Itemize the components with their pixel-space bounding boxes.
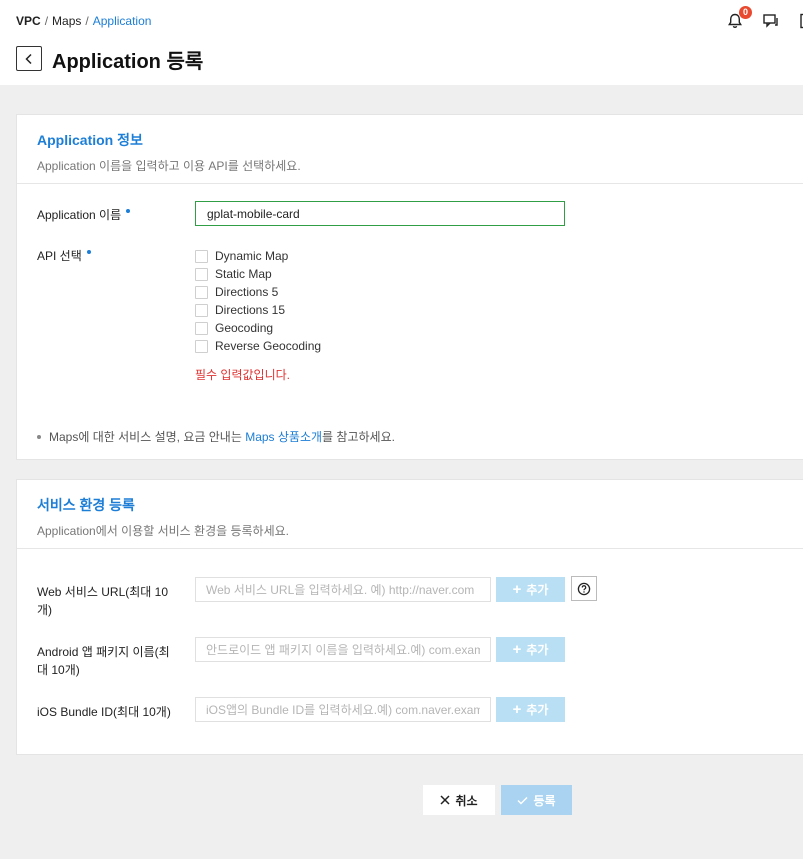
android-package-input[interactable]	[195, 637, 491, 662]
api-required-error: 필수 입력값입니다.	[195, 368, 290, 382]
api-checkbox-list: Dynamic Map Static Map Directions 5 Dire…	[195, 247, 321, 355]
service-environment-title: 서비스 환경 등록	[37, 497, 135, 513]
application-info-description: Application 이름을 입력하고 이용 API를 선택하세요.	[37, 159, 301, 173]
android-package-label: Android 앱 패키지 이름(최대 10개)	[37, 645, 170, 677]
header-icons: 0	[726, 6, 803, 30]
document-icon[interactable]	[798, 12, 803, 30]
api-select-label: API 선택	[37, 247, 91, 265]
application-info-title: Application 정보	[37, 132, 143, 148]
help-button[interactable]	[571, 576, 597, 601]
checkbox[interactable]	[195, 249, 208, 263]
ios-bundle-input[interactable]	[195, 697, 491, 722]
back-button[interactable]	[16, 46, 42, 71]
service-environment-card: 서비스 환경 등록 Application에서 이용할 서비스 환경을 등록하세…	[16, 479, 803, 755]
submit-button[interactable]: 등록	[501, 785, 572, 815]
api-option-static-map[interactable]: Static Map	[195, 265, 321, 283]
required-indicator	[126, 209, 131, 213]
checkbox[interactable]	[195, 285, 208, 299]
application-info-header: Application 정보 Application 이름을 입력하고 이용 A…	[17, 115, 803, 184]
plus-icon: +	[512, 641, 522, 658]
application-name-label: Application 이름	[37, 206, 131, 224]
web-url-add-button[interactable]: + 추가	[496, 577, 565, 602]
notification-badge: 0	[739, 6, 752, 19]
service-environment-header: 서비스 환경 등록 Application에서 이용할 서비스 환경을 등록하세…	[17, 480, 803, 549]
page-title: Application 등록	[52, 51, 204, 73]
web-url-label: Web 서비스 URL(최대 10개)	[37, 585, 169, 617]
checkbox[interactable]	[195, 303, 208, 317]
maps-info-note: Maps에 대한 서비스 설명, 요금 안내는 Maps 상품소개를 참고하세요…	[37, 428, 395, 445]
service-environment-description: Application에서 이용할 서비스 환경을 등록하세요.	[37, 524, 290, 538]
question-icon	[577, 582, 591, 595]
breadcrumb: VPC / Maps / Application	[16, 14, 151, 28]
check-icon	[517, 796, 528, 805]
cancel-button[interactable]: 취소	[423, 785, 495, 815]
breadcrumb-application[interactable]: Application	[93, 14, 152, 28]
breadcrumb-separator: /	[44, 14, 49, 28]
api-option-geocoding[interactable]: Geocoding	[195, 319, 321, 337]
checkbox[interactable]	[195, 267, 208, 281]
maps-product-link[interactable]: Maps 상품소개	[245, 430, 322, 444]
chat-icon[interactable]	[762, 12, 780, 30]
plus-icon: +	[512, 701, 522, 718]
checkbox[interactable]	[195, 339, 208, 353]
ios-bundle-label: iOS Bundle ID(최대 10개)	[37, 705, 171, 719]
breadcrumb-separator: /	[85, 14, 89, 28]
ios-bundle-add-button[interactable]: + 추가	[496, 697, 565, 722]
breadcrumb-vpc[interactable]: VPC	[16, 14, 41, 28]
top-bar: VPC / Maps / Application 0 Application 등록	[0, 0, 803, 85]
checkbox[interactable]	[195, 321, 208, 335]
api-option-directions-5[interactable]: Directions 5	[195, 283, 321, 301]
android-package-add-button[interactable]: + 추가	[496, 637, 565, 662]
bell-icon[interactable]: 0	[726, 6, 752, 30]
plus-icon: +	[512, 581, 522, 598]
application-info-card: Application 정보 Application 이름을 입력하고 이용 A…	[16, 114, 803, 460]
breadcrumb-maps[interactable]: Maps	[52, 14, 81, 28]
api-option-reverse-geocoding[interactable]: Reverse Geocoding	[195, 337, 321, 355]
close-icon	[440, 795, 450, 805]
application-name-input[interactable]	[195, 201, 565, 226]
api-option-directions-15[interactable]: Directions 15	[195, 301, 321, 319]
api-option-dynamic-map[interactable]: Dynamic Map	[195, 247, 321, 265]
bullet	[37, 435, 41, 439]
required-indicator	[86, 250, 91, 254]
chevron-left-icon	[25, 53, 32, 64]
web-url-input[interactable]	[195, 577, 491, 602]
